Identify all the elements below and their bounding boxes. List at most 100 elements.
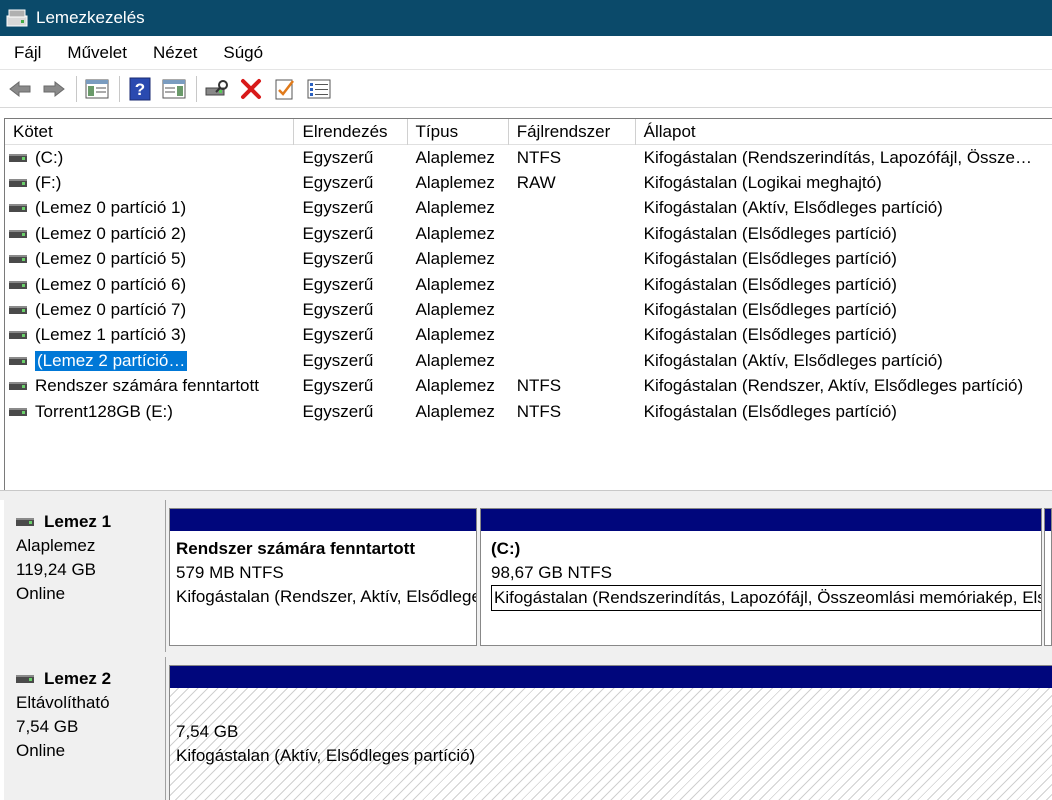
disk-1-name: Lemez 1 [44, 512, 112, 531]
disk-icon [16, 518, 34, 526]
volume-cell: (Lemez 0 partíció 7) [5, 300, 294, 320]
table-row[interactable]: (Lemez 2 partíció… Egyszerű Alaplemez Kifog… [5, 348, 1052, 373]
partition-name: (C:) [491, 539, 521, 558]
menu-bar: Fájl Művelet Nézet Súgó [0, 36, 1052, 70]
title-bar: Lemezkezelés [0, 0, 1052, 36]
volume-name: (Lemez 2 partíció… [35, 350, 188, 371]
status-cell: Kifogástalan (Aktív, Elsődleges partíció… [643, 198, 943, 218]
connect-icon [205, 79, 228, 95]
volume-list: Kötet Elrendezés Típus Fájlrendszer Álla… [4, 118, 1052, 490]
partition-removable[interactable]: 7,54 GB Kifogástalan (Aktív, Elsődleges … [169, 665, 1052, 800]
volume-name: Rendszer számára fenntartott [35, 376, 259, 396]
volume-icon [9, 179, 27, 188]
table-row[interactable]: (Lemez 1 partíció 3) Egyszerű Alaplemez Kif… [5, 323, 1052, 348]
partition-c[interactable]: (C:) 98,67 GB NTFS Kifogástalan (Rendsze… [480, 508, 1042, 646]
status-cell: Kifogástalan (Elsődleges partíció) [643, 274, 897, 294]
disk-2-size: 7,54 GB [16, 717, 79, 736]
svg-text:?: ? [135, 80, 145, 99]
partition-bar [170, 666, 1052, 688]
table-row[interactable]: (Lemez 0 partíció 7) Egyszerű Alaplemez Kif… [5, 297, 1052, 322]
table-row[interactable]: (F:) Egyszerű Alaplemez RAW Kifogástalan (Lo… [5, 170, 1052, 195]
menu-help[interactable]: Súgó [209, 43, 275, 63]
partition-bar [481, 509, 1041, 531]
window-title: Lemezkezelés [36, 8, 145, 27]
layout-cell: Egyszerű [302, 198, 374, 218]
disk-2-state: Online [16, 741, 66, 760]
delete-button[interactable] [237, 75, 265, 103]
toolbar-separator [196, 75, 197, 102]
disk-2-label[interactable]: Lemez 2 Eltávolítható 7,54 GB Online [4, 657, 166, 800]
column-header-status[interactable]: Állapot [636, 119, 1052, 145]
volume-cell: (C:) [5, 148, 294, 168]
volume-name: Torrent128GB (E:) [35, 401, 173, 421]
back-button[interactable] [6, 75, 34, 103]
status-cell: Kifogástalan (Elsődleges partíció) [643, 223, 897, 243]
filesystem-cell: NTFS [516, 147, 562, 167]
volume-cell: (F:) [5, 173, 294, 193]
partition-status: Kifogástalan (Rendszerindítás, Lapozófáj… [491, 585, 1041, 611]
volume-cell: (Lemez 1 partíció 3) [5, 325, 294, 345]
volume-cell: Rendszer számára fenntartott [5, 376, 294, 396]
partition-next[interactable] [1044, 508, 1052, 646]
delete-icon [241, 78, 261, 99]
volume-icon [9, 280, 27, 289]
type-cell: Alaplemez [415, 401, 495, 421]
type-cell: Alaplemez [415, 376, 495, 396]
column-header-volume[interactable]: Kötet [5, 119, 295, 145]
disk-icon [16, 675, 34, 683]
filesystem-cell: NTFS [516, 401, 562, 421]
volume-cell: Torrent128GB (E:) [5, 402, 294, 422]
volume-icon [9, 407, 27, 416]
list-view-button[interactable] [305, 75, 333, 103]
pane-splitter[interactable] [0, 490, 1052, 500]
volume-icon [9, 356, 27, 365]
layout-cell: Egyszerű [302, 325, 374, 345]
status-cell: Kifogástalan (Elsődleges partíció) [643, 249, 897, 269]
partition-system-reserved[interactable]: Rendszer számára fenntartott 579 MB NTFS… [169, 508, 477, 646]
filesystem-cell: NTFS [516, 376, 562, 396]
properties-button[interactable] [271, 75, 299, 103]
volume-icon [9, 255, 27, 264]
disk-1-state: Online [16, 584, 66, 603]
partition-status: Kifogástalan (Aktív, Elsődleges partíció… [176, 746, 476, 765]
column-header-layout[interactable]: Elrendezés [294, 119, 408, 145]
help-button[interactable]: ? [126, 75, 154, 103]
table-row[interactable]: (Lemez 0 partíció 6) Egyszerű Alaplemez Kif… [5, 272, 1052, 297]
connect-button[interactable] [203, 75, 231, 103]
volume-cell: (Lemez 0 partíció 5) [5, 249, 294, 269]
disk-1-size: 119,24 GB [16, 560, 97, 579]
forward-button[interactable] [40, 75, 68, 103]
partition-info: 7,54 GB Kifogástalan (Aktív, Elsődleges … [170, 688, 1052, 774]
console-tree-button[interactable] [83, 75, 111, 103]
volume-name: (Lemez 0 partíció 7) [35, 300, 187, 320]
disk-2-name-line: Lemez 2 [16, 667, 165, 691]
volume-name: (F:) [35, 173, 62, 193]
table-row[interactable]: Torrent128GB (E:) Egyszerű Alaplemez NTFS Ki… [5, 399, 1052, 424]
layout-cell: Egyszerű [302, 376, 374, 396]
table-row[interactable]: (Lemez 0 partíció 1) Egyszerű Alaplemez Kif… [5, 196, 1052, 221]
status-cell: Kifogástalan (Rendszerindítás, Lapozófáj… [643, 147, 1032, 167]
volume-name: (Lemez 1 partíció 3) [35, 325, 187, 345]
toolbar: ? [0, 70, 1052, 108]
type-cell: Alaplemez [415, 325, 495, 345]
volume-cell: (Lemez 2 partíció… [5, 350, 294, 371]
partition-name: Rendszer számára fenntartott [176, 539, 416, 558]
disk-1-label[interactable]: Lemez 1 Alaplemez 119,24 GB Online [4, 500, 166, 652]
table-row[interactable]: (C:) Egyszerű Alaplemez NTFS Kifogástalan (R… [5, 145, 1052, 170]
menu-view[interactable]: Nézet [139, 43, 209, 63]
table-row[interactable]: Rendszer számára fenntartott Egyszerű Alap… [5, 374, 1052, 399]
action-pane-button[interactable] [160, 75, 188, 103]
volume-cell: (Lemez 0 partíció 6) [5, 275, 294, 295]
partition-size: 579 MB NTFS [176, 563, 284, 582]
menu-file[interactable]: Fájl [0, 43, 53, 63]
partition-bar [1045, 509, 1051, 531]
layout-cell: Egyszerű [302, 173, 374, 193]
column-header-type[interactable]: Típus [408, 119, 509, 145]
layout-cell: Egyszerű [302, 223, 374, 243]
table-row[interactable]: (Lemez 0 partíció 2) Egyszerű Alaplemez Kif… [5, 221, 1052, 246]
column-header-filesystem[interactable]: Fájlrendszer [509, 119, 636, 145]
menu-action[interactable]: Művelet [53, 43, 139, 63]
disk-management-icon [6, 9, 28, 27]
table-row[interactable]: (Lemez 0 partíció 5) Egyszerű Alaplemez Kif… [5, 247, 1052, 272]
volume-icon [9, 229, 27, 238]
